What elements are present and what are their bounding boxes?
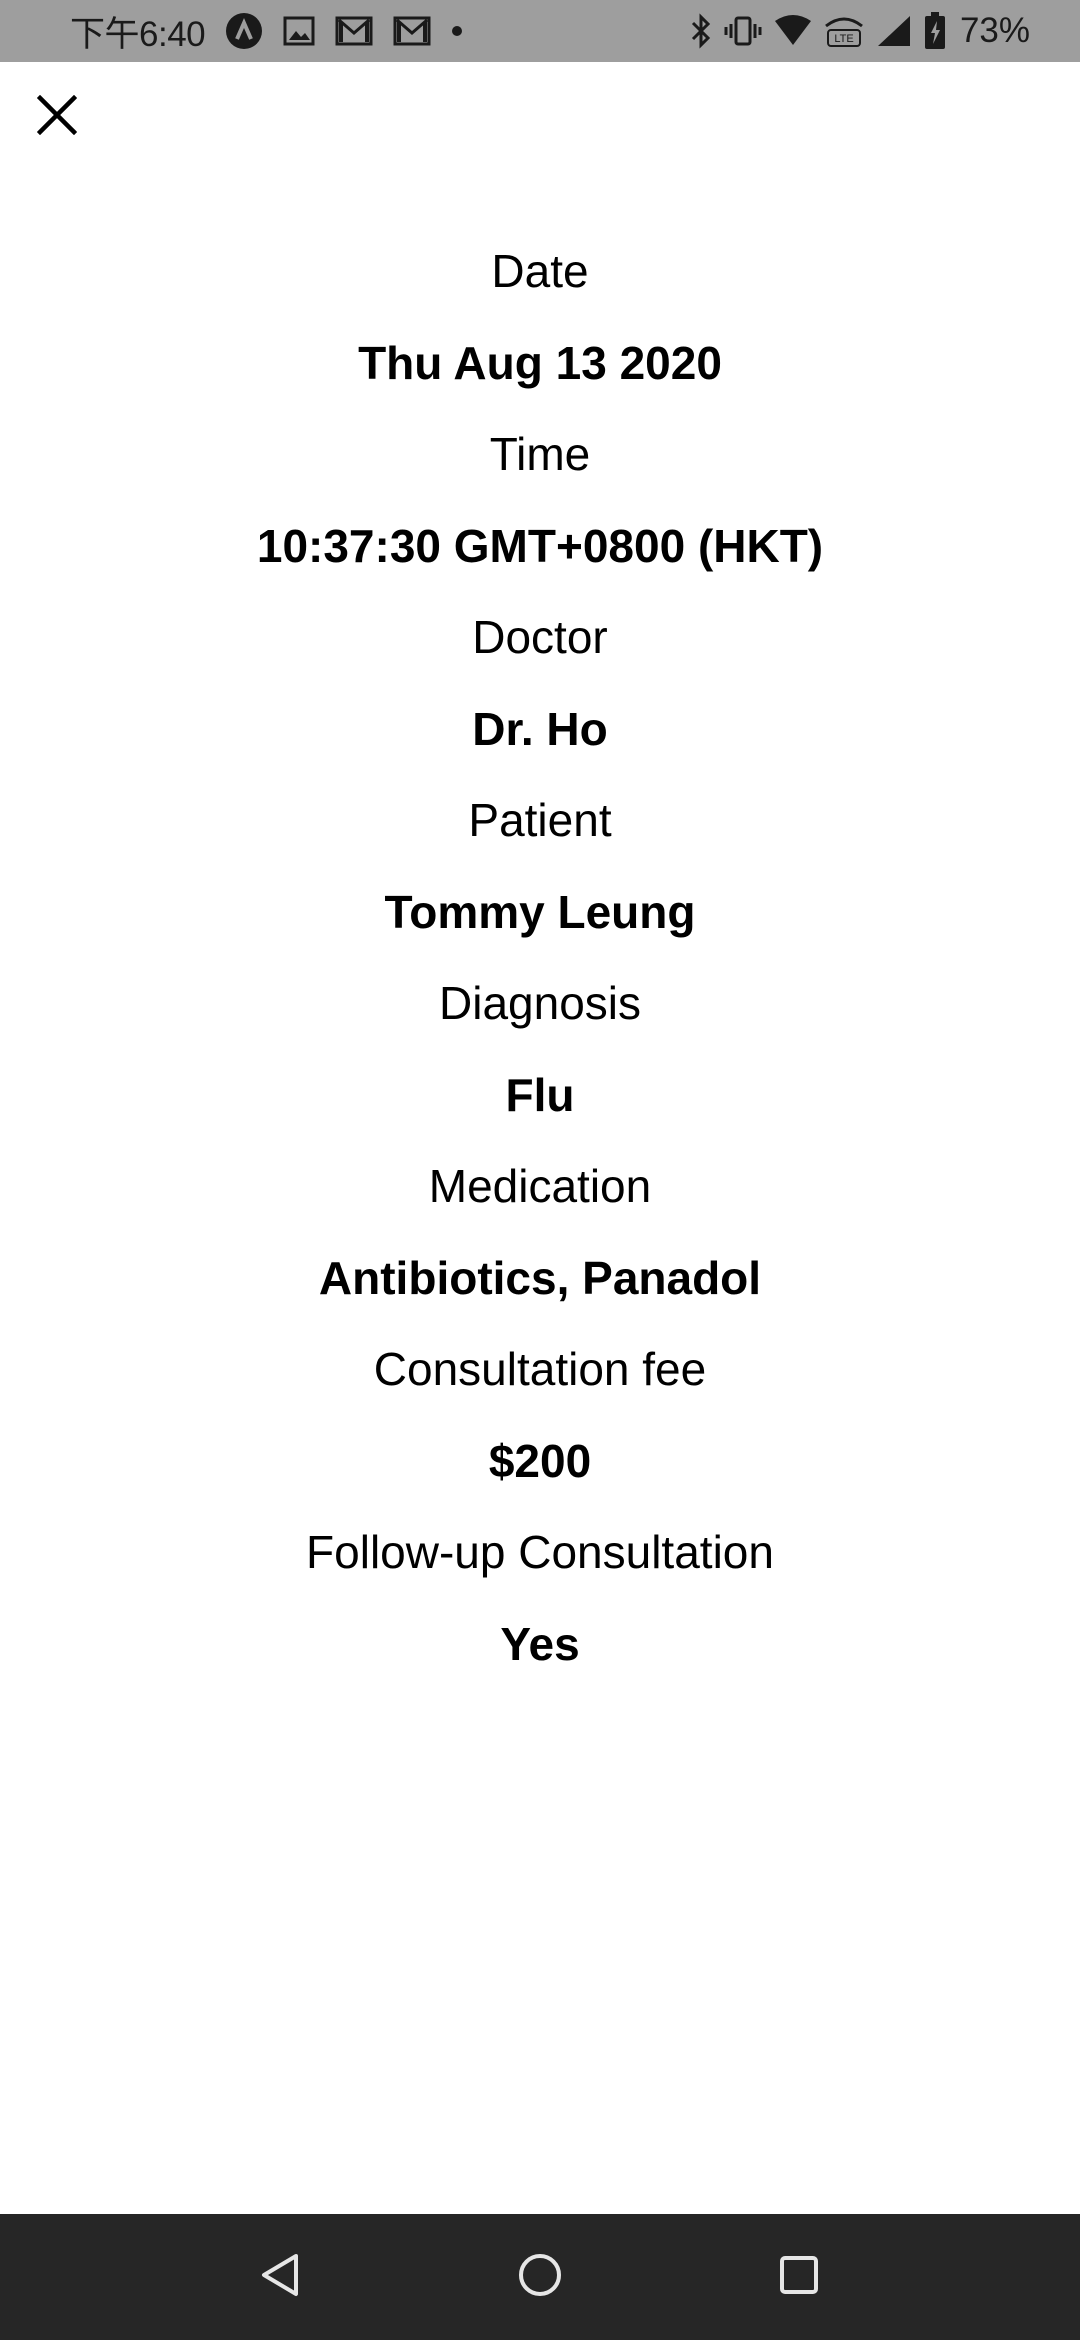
avast-icon [225,12,263,50]
battery-percent: 73% [959,11,1030,50]
patient-label: Patient [468,794,612,846]
doctor-label: Doctor [472,611,608,663]
signal-icon [876,14,912,48]
dot-icon [451,25,463,37]
back-icon [260,2253,300,2302]
date-label: Date [491,245,589,297]
recents-icon [779,2255,819,2300]
close-icon [36,94,78,140]
status-time: 下午6:40 [70,14,206,54]
follow-up-value: Yes [500,1617,580,1670]
patient-value: Tommy Leung [384,885,696,938]
bluetooth-icon [690,13,712,49]
status-bar-left: 下午6:40 [70,0,473,62]
date-value: Thu Aug 13 2020 [358,336,722,389]
detail-doctor: Doctor Dr. Ho [0,592,1080,775]
wifi-icon [774,15,812,47]
detail-time: Time 10:37:30 GMT+0800 (HKT) [0,409,1080,592]
medication-value: Antibiotics, Panadol [318,1251,762,1304]
close-button[interactable] [22,82,92,152]
vibrate-icon [724,15,762,47]
home-icon [518,2253,562,2302]
time-value: 10:37:30 GMT+0800 (HKT) [256,519,824,572]
diagnosis-value: Flu [505,1068,575,1121]
gallery-icon [283,16,315,46]
detail-medication: Medication Antibiotics, Panadol [0,1141,1080,1324]
consultation-fee-label: Consultation fee [373,1343,707,1395]
svg-text:LTE: LTE [834,33,853,45]
detail-date: Date Thu Aug 13 2020 [0,226,1080,409]
doctor-value: Dr. Ho [472,702,608,755]
gmail-icon [335,16,373,46]
back-button[interactable] [240,2237,320,2317]
follow-up-label: Follow-up Consultation [306,1526,774,1578]
gmail-icon [393,16,431,46]
consultation-fee-value: $200 [488,1434,592,1487]
detail-diagnosis: Diagnosis Flu [0,958,1080,1141]
battery-charging-icon [924,12,946,50]
detail-patient: Patient Tommy Leung [0,775,1080,958]
navigation-bar [0,2214,1080,2340]
home-button[interactable] [500,2237,580,2317]
recents-button[interactable] [759,2237,839,2317]
record-details: Date Thu Aug 13 2020 Time 10:37:30 GMT+0… [0,226,1080,1690]
detail-follow-up: Follow-up Consultation Yes [0,1507,1080,1690]
status-bar-right: LTE 73% [684,0,1030,62]
status-bar: 下午6:40 LTE 73% [0,0,1080,62]
volte-icon: LTE [824,14,864,48]
medication-label: Medication [428,1160,652,1212]
detail-consultation-fee: Consultation fee $200 [0,1324,1080,1507]
time-label: Time [489,428,591,480]
diagnosis-label: Diagnosis [439,977,641,1029]
